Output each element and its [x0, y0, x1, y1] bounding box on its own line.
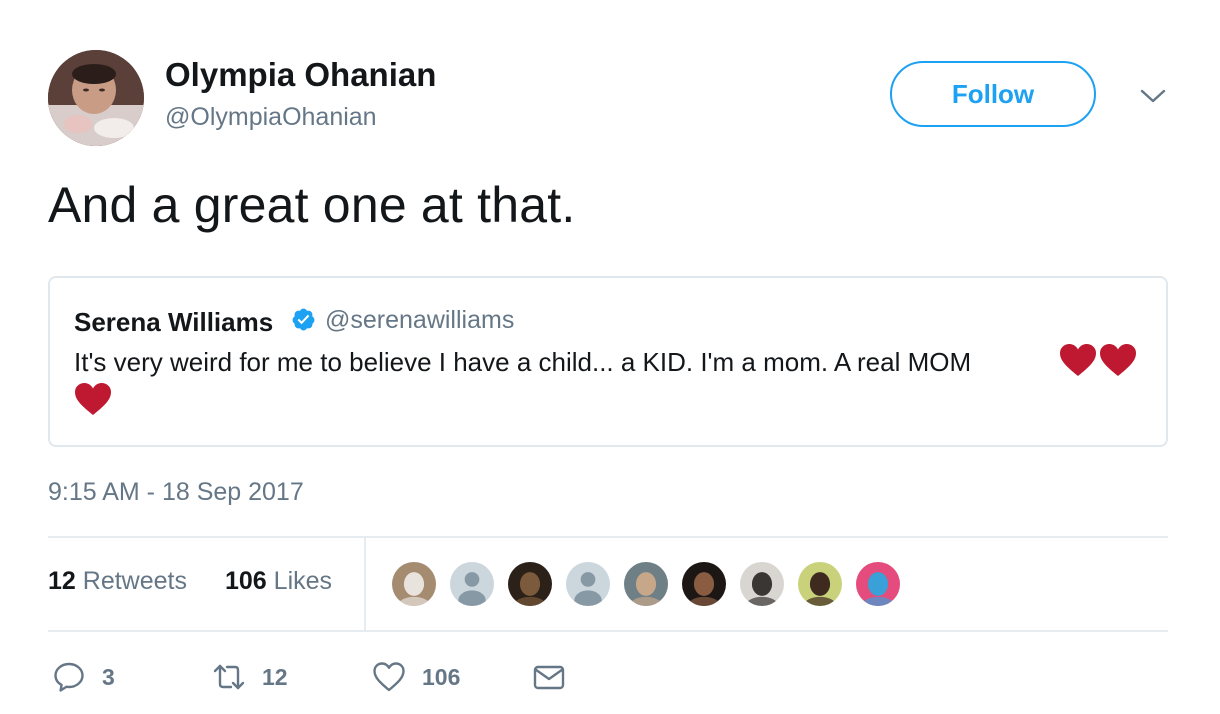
retweets-count: 12 — [48, 567, 76, 595]
author-name[interactable]: Olympia Ohanian — [165, 56, 436, 94]
red-heart-emoji-icon — [74, 382, 112, 416]
divider — [364, 537, 366, 631]
verified-badge-icon — [291, 307, 316, 332]
liker-avatar[interactable] — [390, 560, 438, 608]
like-button[interactable]: 106 — [372, 660, 460, 694]
liker-avatar[interactable] — [796, 560, 844, 608]
red-heart-emoji-icon — [1099, 343, 1137, 377]
retweet-button[interactable]: 12 — [212, 660, 288, 694]
retweets-stat[interactable]: 12 Retweets — [48, 567, 187, 596]
follow-button[interactable]: Follow — [890, 61, 1096, 127]
retweets-label: Retweets — [82, 567, 187, 595]
default-avatar-icon[interactable] — [448, 560, 496, 608]
direct-message-button[interactable] — [532, 660, 566, 694]
retweet-icon — [213, 664, 245, 690]
tweet-timestamp[interactable]: 9:15 AM - 18 Sep 2017 — [48, 478, 304, 507]
tweet-text: And a great one at that. — [48, 177, 576, 233]
liker-avatar[interactable] — [622, 560, 670, 608]
likes-stat[interactable]: 106 Likes — [225, 567, 332, 596]
quoted-author-handle: @serenawilliams — [325, 306, 515, 334]
liker-avatar[interactable] — [680, 560, 728, 608]
reply-count: 3 — [102, 663, 115, 690]
quoted-tweet-text: It's very weird for me to believe I have… — [74, 347, 972, 377]
quoted-author-name: Serena Williams — [74, 307, 274, 337]
chevron-down-icon[interactable] — [1139, 86, 1167, 106]
heart-icon — [373, 662, 405, 692]
like-count: 106 — [422, 663, 461, 690]
likes-count: 106 — [225, 567, 267, 595]
default-avatar-icon[interactable] — [564, 560, 612, 608]
likes-label: Likes — [273, 567, 333, 595]
liker-avatar[interactable] — [738, 560, 786, 608]
red-heart-emoji-icon — [1059, 343, 1097, 377]
reply-icon — [54, 662, 84, 692]
author-avatar[interactable] — [48, 50, 144, 146]
envelope-icon — [533, 665, 565, 690]
author-handle[interactable]: @OlympiaOhanian — [165, 103, 377, 132]
reply-button[interactable]: 3 — [52, 660, 115, 694]
divider — [48, 630, 1168, 632]
divider — [48, 536, 1168, 538]
retweet-count: 12 — [262, 663, 288, 690]
liker-avatar[interactable] — [506, 560, 554, 608]
liker-avatar[interactable] — [854, 560, 902, 608]
